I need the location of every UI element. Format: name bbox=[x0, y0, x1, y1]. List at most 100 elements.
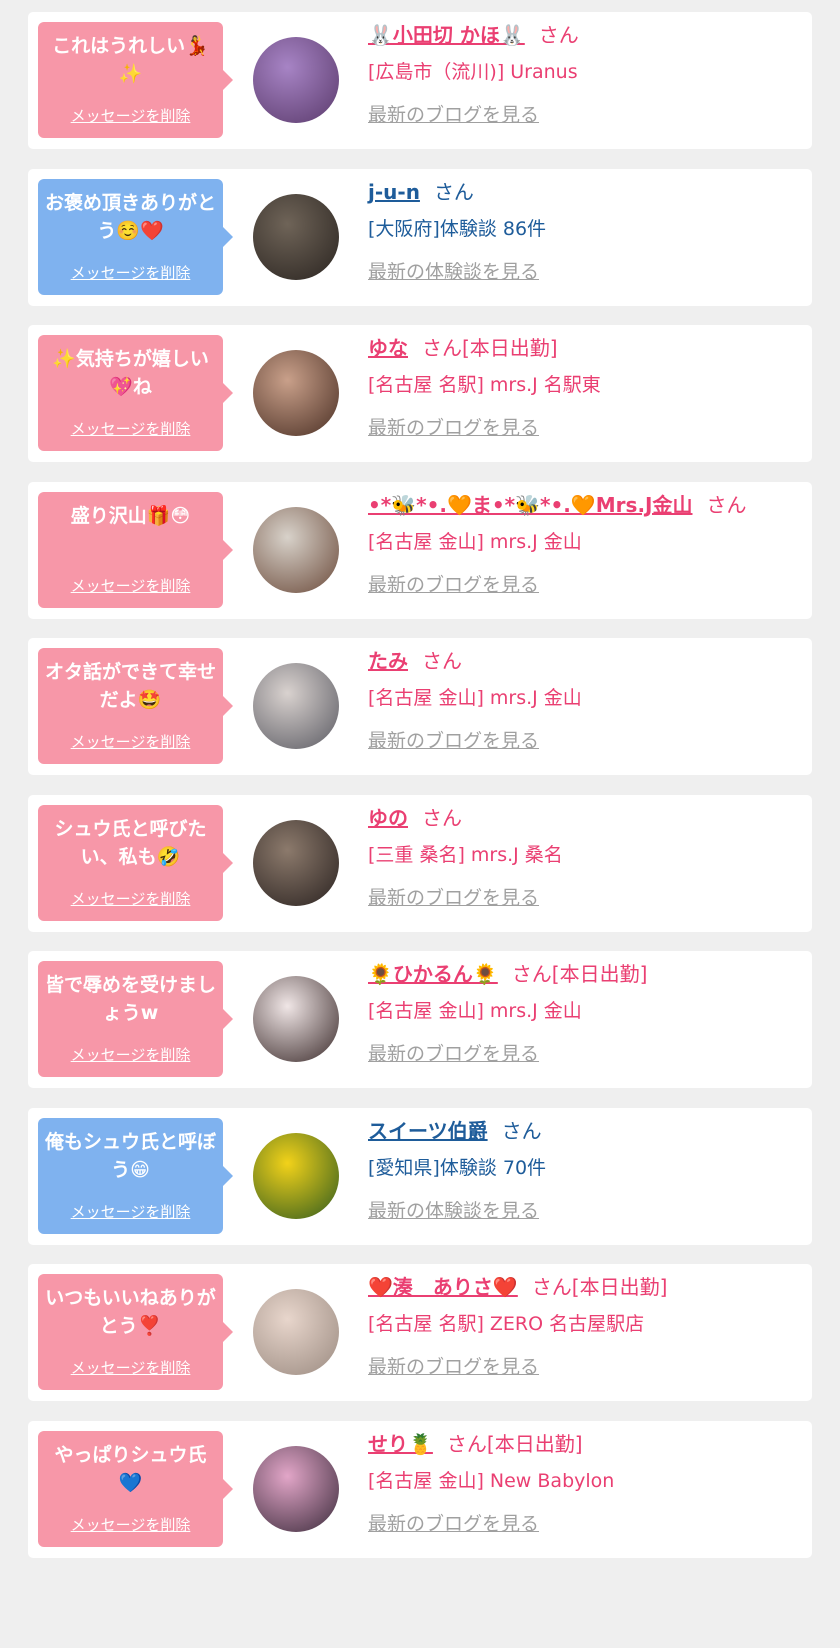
shop-label: [広島市（流川)] Uranus bbox=[368, 61, 578, 83]
delete-message-link[interactable]: メッセージを削除 bbox=[38, 1201, 223, 1222]
shop-label: [大阪府]体験談 86件 bbox=[368, 218, 547, 240]
message-text: いつもいいねありがとう❣️ bbox=[45, 1287, 216, 1337]
delete-message-link[interactable]: メッセージを削除 bbox=[38, 105, 223, 126]
sender-name-link[interactable]: ❤️湊 ありさ❤️ bbox=[368, 1275, 518, 1299]
sender-name-link[interactable]: せり🍍 bbox=[368, 1432, 433, 1456]
message-bubble: いつもいいねありがとう❣️ メッセージを削除 bbox=[38, 1274, 233, 1390]
message-bubble: オタ話ができて幸せだよ🤩 メッセージを削除 bbox=[38, 648, 233, 764]
latest-post-link[interactable]: 最新のブログを見る bbox=[368, 413, 802, 443]
sender-name-link[interactable]: 🌻ひかるん🌻 bbox=[368, 962, 498, 986]
latest-post-link[interactable]: 最新のブログを見る bbox=[368, 100, 802, 130]
message-card: これはうれしい💃✨ メッセージを削除 🐰小田切 かほ🐰 さん [広島市（流川)] Ura… bbox=[28, 12, 812, 149]
latest-post-link[interactable]: 最新の体験談を見る bbox=[368, 1196, 802, 1226]
delete-message-link[interactable]: メッセージを削除 bbox=[38, 731, 223, 752]
delete-message-link[interactable]: メッセージを削除 bbox=[38, 418, 223, 439]
sender-info: スイーツ伯爵 さん [愛知県]体験談 70件 最新の体験談を見る bbox=[368, 1116, 802, 1226]
avatar[interactable] bbox=[253, 663, 339, 749]
avatar[interactable] bbox=[253, 1133, 339, 1219]
shop-label: [名古屋 金山] New Babylon bbox=[368, 1470, 615, 1492]
sender-info: せり🍍 さん[本日出勤] [名古屋 金山] New Babylon 最新のブログを見る bbox=[368, 1429, 802, 1539]
message-card: お褒め頂きありがとう☺️❤️ メッセージを削除 j-u-n さん [大阪府]体験談 86… bbox=[28, 169, 812, 306]
shop-label: [名古屋 金山] mrs.J 金山 bbox=[368, 687, 582, 709]
avatar[interactable] bbox=[253, 350, 339, 436]
message-text: シュウ氏と呼びたい、私も🤣 bbox=[54, 818, 207, 868]
message-bubble: ✨気持ちが嬉しい💖ねメッセージを削除 bbox=[38, 335, 233, 451]
latest-post-link[interactable]: 最新のブログを見る bbox=[368, 1352, 802, 1382]
avatar[interactable] bbox=[253, 507, 339, 593]
message-text: やっぱりシュウ氏💙 bbox=[54, 1444, 207, 1494]
name-suffix: さん bbox=[422, 649, 462, 673]
name-suffix: さん bbox=[706, 493, 747, 517]
name-line: ゆの さん bbox=[368, 803, 802, 833]
message-card: いつもいいねありがとう❣️ メッセージを削除 ❤️湊 ありさ❤️ さん[本日出勤] [名… bbox=[28, 1264, 812, 1401]
message-bubble: 俺もシュウ氏と呼ぼう😁 メッセージを削除 bbox=[38, 1118, 233, 1234]
message-bubble: 盛り沢山🎁😳 メッセージを削除 bbox=[38, 492, 233, 608]
avatar[interactable] bbox=[253, 1289, 339, 1375]
delete-message-link[interactable]: メッセージを削除 bbox=[38, 1357, 223, 1378]
name-line: たみ さん bbox=[368, 646, 802, 676]
shop-label: [三重 桑名] mrs.J 桑名 bbox=[368, 844, 563, 866]
name-line: 🌻ひかるん🌻 さん[本日出勤] bbox=[368, 959, 802, 989]
message-bubble: これはうれしい💃✨ メッセージを削除 bbox=[38, 22, 233, 138]
latest-post-link[interactable]: 最新のブログを見る bbox=[368, 1509, 802, 1539]
sender-name-link[interactable]: スイーツ伯爵 bbox=[368, 1119, 488, 1143]
message-bubble: お褒め頂きありがとう☺️❤️ メッセージを削除 bbox=[38, 179, 233, 295]
latest-post-link[interactable]: 最新のブログを見る bbox=[368, 570, 802, 600]
avatar[interactable] bbox=[253, 37, 339, 123]
delete-message-link[interactable]: メッセージを削除 bbox=[38, 1514, 223, 1535]
sender-info: j-u-n さん [大阪府]体験談 86件最新の体験談を見る bbox=[368, 177, 802, 287]
message-bubble: やっぱりシュウ氏💙 メッセージを削除 bbox=[38, 1431, 233, 1547]
message-text: ✨気持ちが嬉しい💖ね bbox=[52, 348, 209, 398]
sender-name-link[interactable]: たみ bbox=[368, 649, 408, 673]
sender-name-link[interactable]: •*🐝*•.🧡ま•*🐝*•.🧡Mrs.J金山 bbox=[368, 493, 692, 517]
sender-name-link[interactable]: 🐰小田切 かほ🐰 bbox=[368, 23, 525, 47]
name-line: ❤️湊 ありさ❤️ さん[本日出勤] bbox=[368, 1272, 802, 1302]
name-suffix: さん bbox=[501, 1119, 542, 1143]
sender-info: 🌻ひかるん🌻 さん[本日出勤] [名古屋 金山] mrs.J 金山最新のブログを見る bbox=[368, 959, 802, 1069]
shop-label: [名古屋 金山] mrs.J 金山 bbox=[368, 1000, 582, 1022]
name-line: ゆな さん[本日出勤] bbox=[368, 333, 802, 363]
latest-post-link[interactable]: 最新のブログを見る bbox=[368, 1039, 802, 1069]
message-text: お褒め頂きありがとう☺️❤️ bbox=[44, 192, 216, 242]
message-card: ✨気持ちが嬉しい💖ねメッセージを削除 ゆな さん[本日出勤] [名古屋 名駅] mrs… bbox=[28, 325, 812, 462]
name-suffix: さん[本日出勤] bbox=[422, 336, 558, 360]
message-card: 盛り沢山🎁😳 メッセージを削除 •*🐝*•.🧡ま•*🐝*•.🧡Mrs.J金山 さん [名… bbox=[28, 482, 812, 619]
delete-message-link[interactable]: メッセージを削除 bbox=[38, 888, 223, 909]
avatar[interactable] bbox=[253, 976, 339, 1062]
name-suffix: さん[本日出勤] bbox=[446, 1432, 583, 1456]
sender-info: ゆの さん [三重 桑名] mrs.J 桑名最新のブログを見る bbox=[368, 803, 802, 913]
name-suffix: さん bbox=[433, 180, 474, 204]
name-suffix: さん bbox=[538, 23, 579, 47]
message-card: オタ話ができて幸せだよ🤩 メッセージを削除 たみ さん [名古屋 金山] mrs.J 金… bbox=[28, 638, 812, 775]
message-card: やっぱりシュウ氏💙 メッセージを削除 せり🍍 さん[本日出勤] [名古屋 金山] New… bbox=[28, 1421, 812, 1558]
latest-post-link[interactable]: 最新のブログを見る bbox=[368, 726, 802, 756]
delete-message-link[interactable]: メッセージを削除 bbox=[38, 1044, 223, 1065]
latest-post-link[interactable]: 最新のブログを見る bbox=[368, 883, 802, 913]
name-line: せり🍍 さん[本日出勤] bbox=[368, 1429, 802, 1459]
shop-label: [名古屋 名駅] mrs.J 名駅東 bbox=[368, 374, 601, 396]
sender-name-link[interactable]: j-u-n bbox=[368, 180, 420, 204]
latest-post-link[interactable]: 最新の体験談を見る bbox=[368, 257, 802, 287]
message-text: 盛り沢山🎁😳 bbox=[70, 505, 191, 527]
sender-name-link[interactable]: ゆの bbox=[368, 806, 408, 830]
message-card: 俺もシュウ氏と呼ぼう😁 メッセージを削除 スイーツ伯爵 さん [愛知県]体験談 70件最… bbox=[28, 1108, 812, 1245]
name-line: スイーツ伯爵 さん bbox=[368, 1116, 802, 1146]
name-suffix: さん[本日出勤] bbox=[511, 962, 648, 986]
message-text: オタ話ができて幸せだよ🤩 bbox=[44, 661, 216, 711]
message-card: 皆で辱めを受けましょうw メッセージを削除 🌻ひかるん🌻 さん[本日出勤] [名古屋 金… bbox=[28, 951, 812, 1088]
name-suffix: さん[本日出勤] bbox=[531, 1275, 668, 1299]
avatar[interactable] bbox=[253, 1446, 339, 1532]
name-line: •*🐝*•.🧡ま•*🐝*•.🧡Mrs.J金山 さん bbox=[368, 490, 802, 520]
avatar[interactable] bbox=[253, 194, 339, 280]
sender-name-link[interactable]: ゆな bbox=[368, 336, 408, 360]
name-suffix: さん bbox=[422, 806, 462, 830]
delete-message-link[interactable]: メッセージを削除 bbox=[38, 262, 223, 283]
message-bubble: シュウ氏と呼びたい、私も🤣 メッセージを削除 bbox=[38, 805, 233, 921]
sender-info: •*🐝*•.🧡ま•*🐝*•.🧡Mrs.J金山 さん [名古屋 金山] mrs.J 金… bbox=[368, 490, 802, 600]
delete-message-link[interactable]: メッセージを削除 bbox=[38, 575, 223, 596]
avatar[interactable] bbox=[253, 820, 339, 906]
name-line: 🐰小田切 かほ🐰 さん bbox=[368, 20, 802, 50]
sender-info: ゆな さん[本日出勤] [名古屋 名駅] mrs.J 名駅東最新のブログを見る bbox=[368, 333, 802, 443]
shop-label: [名古屋 名駅] ZERO 名古屋駅店 bbox=[368, 1313, 645, 1335]
shop-label: [名古屋 金山] mrs.J 金山 bbox=[368, 531, 582, 553]
